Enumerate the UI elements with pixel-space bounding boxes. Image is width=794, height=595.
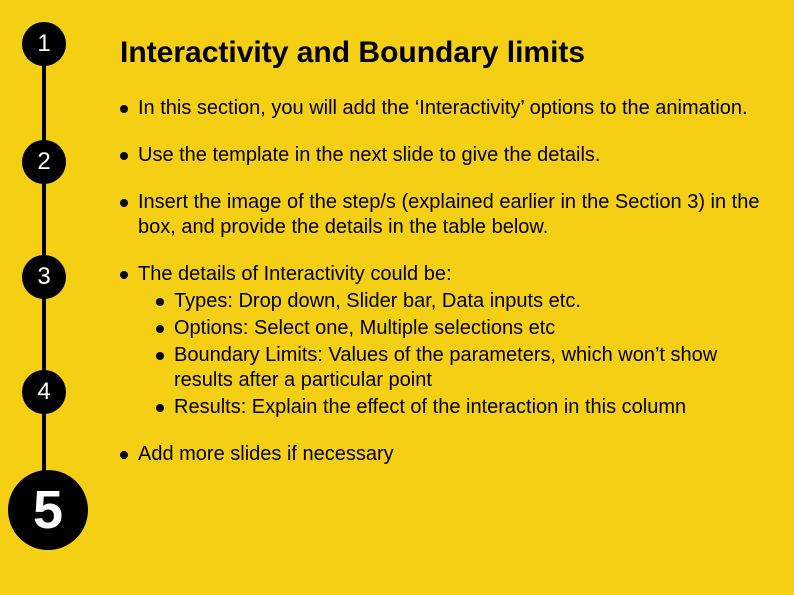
sub-bullet-text: Types: Drop down, Slider bar, Data input…: [174, 289, 764, 314]
step-2[interactable]: 2: [22, 140, 66, 184]
bullet-lead: The details of Interactivity could be:: [138, 263, 452, 285]
slide: 1 2 3 4 5 Interactivity and Boundary lim…: [0, 0, 794, 595]
step-4[interactable]: 4: [22, 370, 66, 414]
bullet-list: In this section, you will add the ‘Inter…: [120, 96, 764, 467]
bullet-item: The details of Interactivity could be: T…: [120, 262, 764, 420]
step-5-active[interactable]: 5: [8, 470, 88, 550]
bullet-dot-icon: [120, 271, 128, 279]
step-3[interactable]: 3: [22, 255, 66, 299]
slide-content: Interactivity and Boundary limits In thi…: [110, 0, 794, 595]
sub-bullet-item: Results: Explain the effect of the inter…: [156, 395, 764, 420]
sub-bullet-text: Options: Select one, Multiple selections…: [174, 316, 764, 341]
bullet-item: Add more slides if necessary: [120, 442, 764, 467]
bullet-dot-icon: [156, 352, 164, 360]
bullet-item: Use the template in the next slide to gi…: [120, 143, 764, 168]
slide-title: Interactivity and Boundary limits: [120, 36, 764, 70]
bullet-item: In this section, you will add the ‘Inter…: [120, 96, 764, 121]
bullet-text: Add more slides if necessary: [138, 442, 764, 467]
bullet-dot-icon: [120, 451, 128, 459]
bullet-text: Insert the image of the step/s (explaine…: [138, 190, 764, 240]
bullet-dot-icon: [156, 298, 164, 306]
bullet-text-group: The details of Interactivity could be: T…: [138, 262, 764, 420]
bullet-dot-icon: [120, 152, 128, 160]
step-1[interactable]: 1: [22, 22, 66, 66]
sub-bullet-item: Boundary Limits: Values of the parameter…: [156, 343, 764, 393]
step-navigation: 1 2 3 4 5: [0, 0, 110, 595]
bullet-dot-icon: [120, 199, 128, 207]
sub-bullet-item: Options: Select one, Multiple selections…: [156, 316, 764, 341]
bullet-text: In this section, you will add the ‘Inter…: [138, 96, 764, 121]
bullet-text: Use the template in the next slide to gi…: [138, 143, 764, 168]
sub-bullet-text: Boundary Limits: Values of the parameter…: [174, 343, 764, 393]
bullet-item: Insert the image of the step/s (explaine…: [120, 190, 764, 240]
sub-bullet-item: Types: Drop down, Slider bar, Data input…: [156, 289, 764, 314]
sub-bullet-list: Types: Drop down, Slider bar, Data input…: [138, 289, 764, 420]
sub-bullet-text: Results: Explain the effect of the inter…: [174, 395, 764, 420]
bullet-dot-icon: [156, 404, 164, 412]
bullet-dot-icon: [120, 105, 128, 113]
bullet-dot-icon: [156, 325, 164, 333]
